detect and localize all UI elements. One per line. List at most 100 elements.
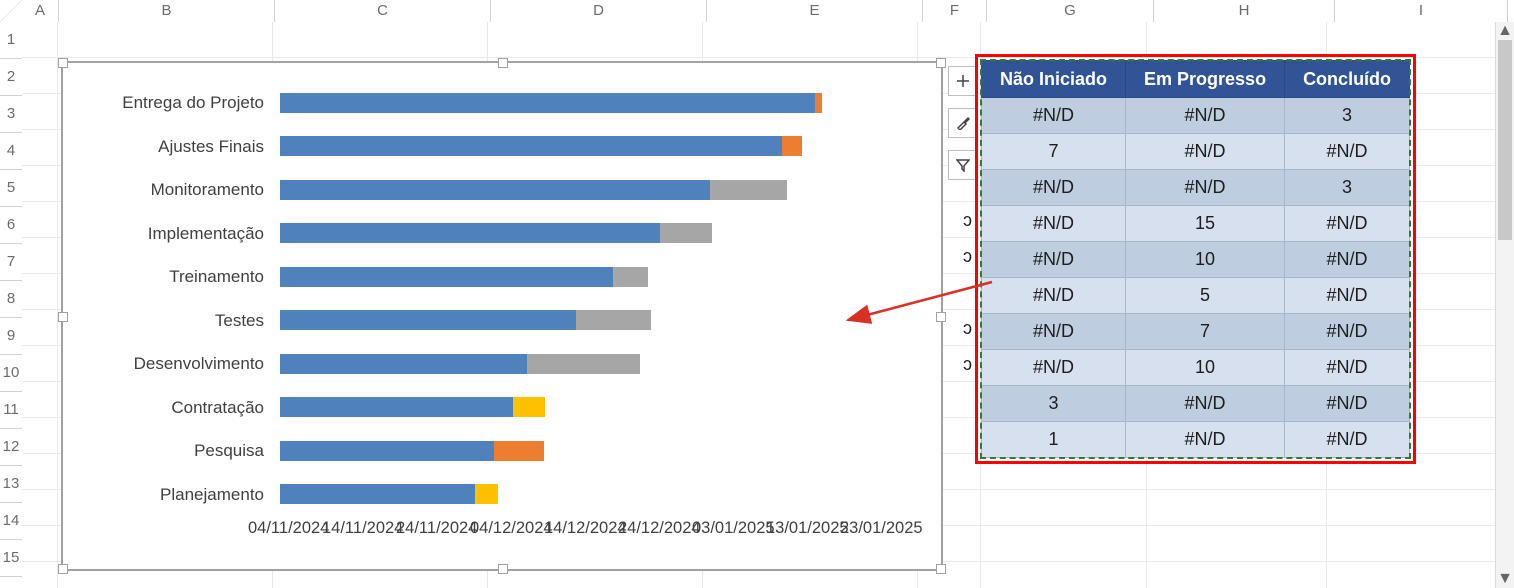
table-header[interactable]: Concluído [1285, 61, 1410, 98]
chart-bar-row[interactable]: Monitoramento [89, 168, 915, 212]
chart-handle-ne[interactable] [936, 58, 946, 68]
table-cell[interactable]: #N/D [982, 350, 1126, 386]
chart-handle-n[interactable] [498, 58, 508, 68]
row-header-7[interactable]: 7 [0, 244, 22, 281]
table-cell[interactable]: #N/D [1285, 350, 1410, 386]
column-header-I[interactable]: I [1335, 0, 1508, 22]
chart-handle-sw[interactable] [58, 564, 68, 574]
table-cell[interactable]: 5 [1126, 278, 1285, 314]
table-cell[interactable]: 10 [1126, 242, 1285, 278]
cell-G16[interactable] [981, 562, 1147, 588]
cell-G15[interactable] [981, 526, 1147, 562]
row-header-6[interactable]: 6 [0, 207, 22, 244]
cell-I15[interactable] [1327, 526, 1499, 562]
table-cell[interactable]: 10 [1126, 350, 1285, 386]
table-row[interactable]: #N/D10#N/D [982, 242, 1410, 278]
gantt-chart[interactable]: Entrega do ProjetoAjustes FinaisMonitora… [62, 62, 942, 570]
cell-A8[interactable] [22, 274, 58, 310]
table-cell[interactable]: 1 [982, 422, 1126, 458]
row-header-10[interactable]: 10 [0, 355, 22, 392]
table-cell[interactable]: 7 [1126, 314, 1285, 350]
cell-A9[interactable] [22, 310, 58, 346]
cell-A11[interactable] [22, 382, 58, 418]
row-header-8[interactable]: 8 [0, 281, 22, 318]
cell-I1[interactable] [1327, 22, 1499, 58]
chart-bar-row[interactable]: Planejamento [89, 473, 915, 517]
table-cell[interactable]: #N/D [982, 278, 1126, 314]
cell-E1[interactable] [703, 22, 918, 58]
table-cell[interactable]: #N/D [1285, 242, 1410, 278]
table-cell[interactable]: #N/D [1126, 98, 1285, 134]
table-cell[interactable]: #N/D [1126, 422, 1285, 458]
chart-bar-row[interactable]: Entrega do Projeto [89, 81, 915, 125]
scroll-up-icon[interactable]: ▲ [1496, 22, 1514, 40]
chart-handle-se[interactable] [936, 564, 946, 574]
table-row[interactable]: #N/D10#N/D [982, 350, 1410, 386]
chart-handle-nw[interactable] [58, 58, 68, 68]
cell-I13[interactable] [1327, 454, 1499, 490]
table-cell[interactable]: #N/D [982, 314, 1126, 350]
table-cell[interactable]: #N/D [1285, 422, 1410, 458]
table-row[interactable]: 1#N/D#N/D [982, 422, 1410, 458]
table-row[interactable]: #N/D#N/D3 [982, 98, 1410, 134]
cell-F1[interactable] [918, 22, 981, 58]
row-header-3[interactable]: 3 [0, 96, 22, 133]
column-header-F[interactable]: F [923, 0, 987, 22]
chart-bar-row[interactable]: Contratação [89, 386, 915, 430]
chart-bar-row[interactable]: Desenvolvimento [89, 342, 915, 386]
row-header-5[interactable]: 5 [0, 170, 22, 207]
table-cell[interactable]: #N/D [1285, 206, 1410, 242]
column-header-C[interactable]: C [275, 0, 491, 22]
cell-D1[interactable] [488, 22, 703, 58]
table-row[interactable]: #N/D5#N/D [982, 278, 1410, 314]
table-cell[interactable]: #N/D [982, 170, 1126, 206]
column-header-G[interactable]: G [987, 0, 1154, 22]
table-cell[interactable]: #N/D [1285, 314, 1410, 350]
cell-C1[interactable] [273, 22, 488, 58]
column-header-H[interactable]: H [1154, 0, 1335, 22]
column-header-A[interactable]: A [22, 0, 59, 22]
cell-G13[interactable] [981, 454, 1147, 490]
table-row[interactable]: #N/D7#N/D [982, 314, 1410, 350]
cell-A13[interactable] [22, 454, 58, 490]
row-header-13[interactable]: 13 [0, 466, 22, 503]
row-header-12[interactable]: 12 [0, 429, 22, 466]
column-header-E[interactable]: E [707, 0, 923, 22]
cell-A3[interactable] [22, 94, 58, 130]
row-header-14[interactable]: 14 [0, 503, 22, 540]
cell-A5[interactable] [22, 166, 58, 202]
table-cell[interactable]: 7 [982, 134, 1126, 170]
scroll-down-icon[interactable]: ▼ [1496, 570, 1514, 588]
grid-select-all-corner[interactable] [0, 0, 23, 23]
chart-handle-s[interactable] [498, 564, 508, 574]
table-cell[interactable]: #N/D [1285, 134, 1410, 170]
cell-H15[interactable] [1147, 526, 1327, 562]
cell-A12[interactable] [22, 418, 58, 454]
chart-bar-row[interactable]: Treinamento [89, 255, 915, 299]
column-header-D[interactable]: D [491, 0, 707, 22]
cell-H1[interactable] [1147, 22, 1327, 58]
cell-G14[interactable] [981, 490, 1147, 526]
table-row[interactable]: 7#N/D#N/D [982, 134, 1410, 170]
table-cell[interactable]: #N/D [982, 206, 1126, 242]
vertical-scrollbar[interactable]: ▲ ▼ [1495, 22, 1514, 588]
table-cell[interactable]: #N/D [1285, 278, 1410, 314]
cell-B1[interactable] [58, 22, 273, 58]
table-header[interactable]: Em Progresso [1126, 61, 1285, 98]
cell-I14[interactable] [1327, 490, 1499, 526]
status-duration-table[interactable]: Não IniciadoEm ProgressoConcluído#N/D#N/… [981, 60, 1410, 458]
row-header-11[interactable]: 11 [0, 392, 22, 429]
row-header-9[interactable]: 9 [0, 318, 22, 355]
chart-tool-add-element[interactable] [948, 66, 978, 96]
table-row[interactable]: #N/D#N/D3 [982, 170, 1410, 206]
table-cell[interactable]: #N/D [1285, 386, 1410, 422]
table-cell[interactable]: #N/D [1126, 386, 1285, 422]
cell-H16[interactable] [1147, 562, 1327, 588]
chart-bar-row[interactable]: Ajustes Finais [89, 125, 915, 169]
chart-tool-filter[interactable] [948, 150, 978, 180]
cell-A2[interactable] [22, 58, 58, 94]
row-header-15[interactable]: 15 [0, 540, 22, 577]
row-header-4[interactable]: 4 [0, 133, 22, 170]
chart-handle-w[interactable] [58, 312, 68, 322]
cell-H14[interactable] [1147, 490, 1327, 526]
